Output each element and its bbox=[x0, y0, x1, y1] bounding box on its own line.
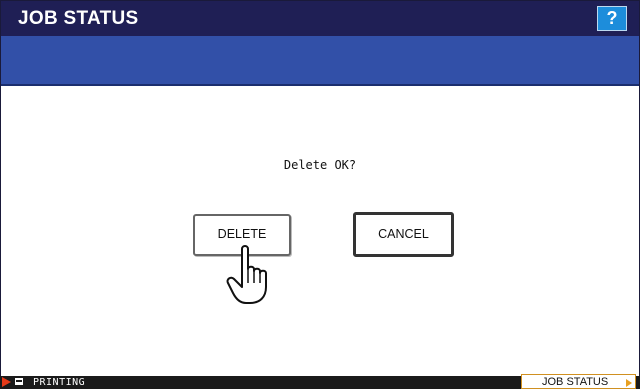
printer-icon bbox=[15, 378, 23, 385]
title-bar: JOB STATUS ? bbox=[1, 1, 639, 36]
job-status-tab-label: JOB STATUS bbox=[542, 376, 609, 388]
status-arrow-icon bbox=[2, 377, 11, 387]
hand-pointer-icon bbox=[226, 245, 267, 304]
dialog-area bbox=[1, 86, 639, 376]
help-button[interactable]: ? bbox=[597, 6, 627, 31]
help-icon: ? bbox=[606, 8, 618, 28]
confirm-prompt: Delete OK? bbox=[283, 158, 357, 172]
status-text: PRINTING bbox=[33, 377, 86, 388]
tab-corner-arrow-icon bbox=[626, 379, 632, 387]
header-band bbox=[1, 36, 639, 84]
cancel-button[interactable]: CANCEL bbox=[353, 212, 454, 257]
job-status-tab[interactable]: JOB STATUS bbox=[521, 374, 636, 389]
page-title: JOB STATUS bbox=[18, 8, 139, 29]
